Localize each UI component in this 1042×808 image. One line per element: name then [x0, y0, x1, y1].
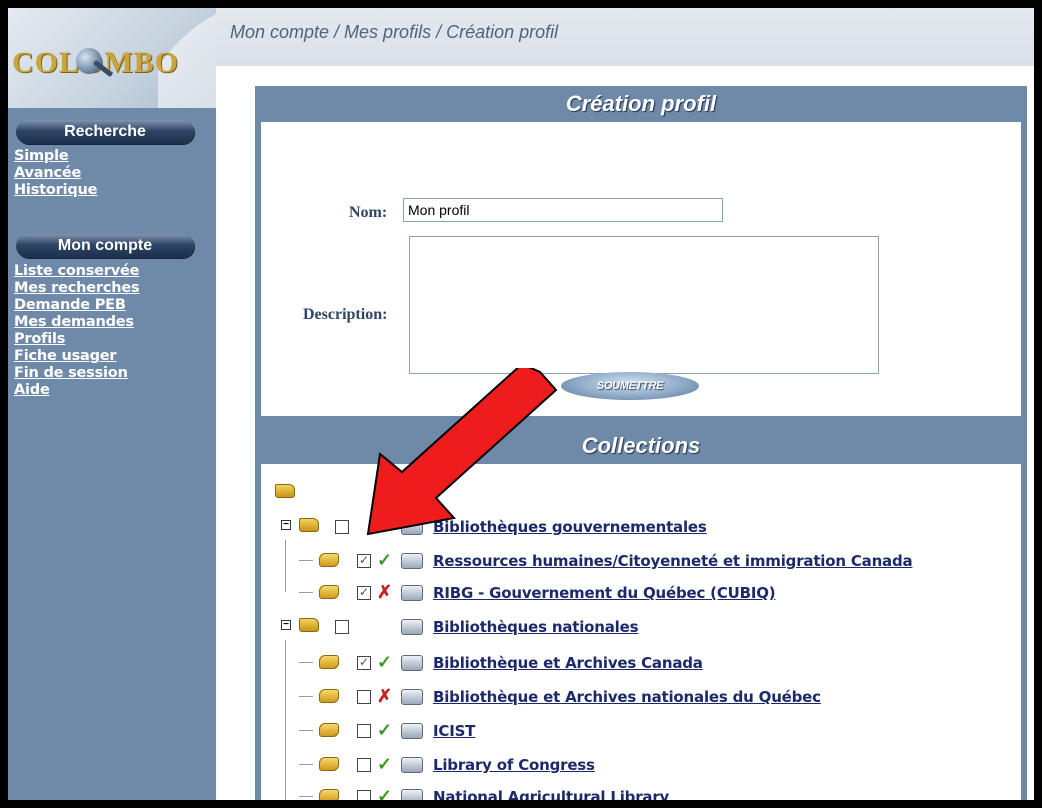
form-title: Création profil	[565, 91, 717, 116]
item-checkbox[interactable]	[357, 758, 371, 772]
collapse-icon[interactable]: −	[281, 520, 291, 530]
collection-link[interactable]: National Agricultural Library	[433, 788, 669, 800]
description-label: Description:	[303, 306, 388, 323]
tree-branch	[299, 730, 313, 731]
tree-item: ✓ ✓ Ressources humaines/Citoyenneté et i…	[261, 548, 1021, 574]
sidebar-link-help[interactable]: Aide	[14, 382, 139, 399]
check-icon: ✓	[377, 786, 393, 800]
scroll-icon	[319, 757, 339, 771]
sidebar-link-history[interactable]: Historique	[14, 182, 97, 199]
tree-item: ✓ ICIST	[261, 718, 1021, 744]
logo-area: COLOMBO	[8, 8, 228, 108]
tree-item: ✓ ✗ RIBG - Gouvernement du Québec (CUBIQ…	[261, 580, 1021, 606]
tree-branch	[299, 662, 313, 663]
check-icon: ✓	[377, 720, 393, 740]
tree-branch	[299, 796, 313, 797]
collection-link[interactable]: Bibliothèque et Archives Canada	[433, 654, 703, 672]
search-section-header: Recherche	[16, 120, 194, 144]
annotation-arrow-icon	[366, 368, 558, 536]
search-icon[interactable]	[401, 689, 423, 705]
collection-link[interactable]: Bibliothèque et Archives nationales du Q…	[433, 688, 821, 706]
tree-item: ✓ Library of Congress	[261, 752, 1021, 778]
item-checkbox[interactable]	[357, 724, 371, 738]
account-links: Liste conservée Mes recherches Demande P…	[14, 263, 140, 399]
search-icon[interactable]	[401, 789, 423, 800]
tree-branch	[299, 592, 313, 593]
breadcrumb: Mon compte / Mes profils / Création prof…	[230, 22, 559, 42]
scroll-icon	[319, 655, 339, 669]
submit-button[interactable]: SOUMETTRE	[561, 372, 699, 400]
sidebar-link-simple[interactable]: Simple	[14, 148, 97, 165]
check-icon: ✓	[377, 652, 393, 672]
item-checkbox[interactable]	[357, 790, 371, 800]
collection-link[interactable]: Ressources humaines/Citoyenneté et immig…	[433, 552, 913, 570]
name-label: Nom:	[349, 204, 388, 221]
search-icon	[401, 619, 423, 635]
tree-branch	[299, 696, 313, 697]
scroll-icon	[319, 789, 339, 800]
collection-link[interactable]: Library of Congress	[433, 756, 595, 774]
sidebar-link-peb-request[interactable]: Demande PEB	[14, 297, 139, 314]
search-icon[interactable]	[401, 553, 423, 569]
group-link-national[interactable]: Bibliothèques nationales	[433, 618, 639, 636]
sidebar-link-advanced[interactable]: Avancée	[14, 165, 97, 182]
sidebar-link-profiles[interactable]: Profils	[14, 331, 139, 348]
scroll-icon	[319, 689, 339, 703]
item-checkbox[interactable]: ✓	[357, 656, 371, 670]
search-links: Simple Avancée Historique	[14, 148, 97, 199]
tree-branch	[299, 764, 313, 765]
tree-item: ✓ National Agricultural Library	[261, 784, 1021, 800]
search-icon[interactable]	[401, 655, 423, 671]
scroll-icon	[319, 585, 339, 599]
collection-link[interactable]: ICIST	[433, 722, 475, 740]
collection-link[interactable]: RIBG - Gouvernement du Québec (CUBIQ)	[433, 584, 776, 602]
scroll-icon	[319, 723, 339, 737]
group-checkbox[interactable]	[335, 520, 349, 534]
check-icon: ✓	[377, 754, 393, 774]
item-checkbox[interactable]: ✓	[357, 554, 371, 568]
search-icon[interactable]	[401, 585, 423, 601]
sidebar-link-my-searches[interactable]: Mes recherches	[14, 280, 140, 297]
sidebar: COLOMBO Recherche Simple Avancée Histori…	[8, 8, 228, 800]
folder-icon	[299, 518, 319, 532]
folder-icon	[299, 618, 319, 632]
description-field[interactable]	[409, 236, 879, 374]
sidebar-link-user-record[interactable]: Fiche usager	[14, 348, 139, 365]
x-icon: ✗	[377, 582, 393, 602]
search-icon[interactable]	[401, 723, 423, 739]
sidebar-link-saved-list[interactable]: Liste conservée	[14, 263, 139, 280]
sidebar-link-my-requests[interactable]: Mes demandes	[14, 314, 139, 331]
account-section-header: Mon compte	[16, 234, 194, 258]
tree-branch	[299, 560, 313, 561]
scroll-icon	[319, 553, 339, 567]
check-icon: ✓	[377, 550, 393, 570]
item-checkbox[interactable]	[357, 690, 371, 704]
sidebar-link-logout[interactable]: Fin de session	[14, 365, 139, 382]
x-icon: ✗	[377, 686, 393, 706]
folder-icon	[275, 484, 295, 498]
collapse-icon[interactable]: −	[281, 620, 291, 630]
tree-item: ✗ Bibliothèque et Archives nationales du…	[261, 684, 1021, 710]
group-checkbox[interactable]	[335, 620, 349, 634]
name-field[interactable]	[403, 198, 723, 222]
tree-item: ✓ ✓ Bibliothèque et Archives Canada	[261, 650, 1021, 676]
item-checkbox[interactable]: ✓	[357, 586, 371, 600]
tree-group: − Bibliothèques nationales	[261, 614, 1021, 640]
search-icon[interactable]	[401, 757, 423, 773]
page-frame: COLOMBO Recherche Simple Avancée Histori…	[8, 8, 1034, 800]
